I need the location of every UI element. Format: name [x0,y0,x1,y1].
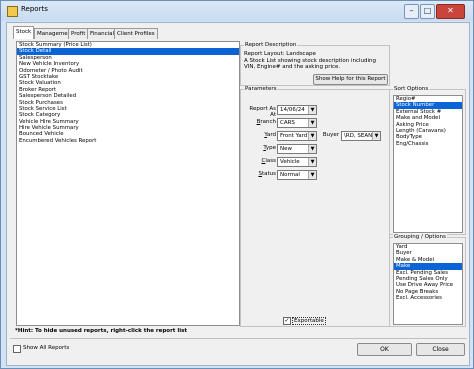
window-title: Reports [21,5,48,13]
report-as-at-date[interactable]: 14/06/24 ▼ [277,105,317,115]
close-button[interactable]: Close [416,343,465,356]
close-window-button[interactable]: ✕ [436,4,465,19]
exportable-checkbox[interactable]: ✓ [283,317,291,325]
branch-select[interactable]: CARS ▼ [277,118,317,128]
chevron-down-icon[interactable]: ▼ [308,106,316,114]
reports-app-icon [7,6,18,17]
reports-window: Reports – □ ✕ Stock Management Profit Fi… [0,0,474,369]
grouping-options-group: Grouping / Options Yard Buyer Make & Model… [389,234,466,327]
sort-option-item[interactable]: Eng/Chassis [394,141,462,147]
sort-options-group: Sort Options Regio# Stock Number External … [389,86,466,235]
chevron-down-icon[interactable]: ▼ [308,171,316,179]
exportable-label: Exportable [292,317,326,325]
report-list-item[interactable]: Encumbered Vehicles Report [17,138,239,144]
sort-options-title: Sort Options [393,86,430,93]
sort-options-list[interactable]: Regio# Stock Number External Stock # Make a… [393,95,463,233]
chevron-down-icon[interactable]: ▼ [308,119,316,127]
branch-value: CARS [280,120,295,126]
grouping-option-item[interactable]: Use Drive Away Price [394,282,462,288]
report-as-at-label: Report As At [249,106,276,118]
ok-button[interactable]: OK [357,343,412,356]
chevron-down-icon[interactable]: ▼ [308,132,316,140]
status-label: Status [258,171,276,177]
buyer-label: Buyer [322,132,339,138]
status-select[interactable]: Normal ▼ [277,170,317,180]
type-value: New [280,146,292,152]
report-as-at-value: 14/06/24 [280,107,305,113]
show-all-reports-label: Show All Reports [23,345,70,351]
buyer-value: \RD, SEAN [344,133,373,139]
type-select[interactable]: New ▼ [277,144,317,154]
show-all-reports-checkbox[interactable] [13,345,21,353]
hint-text: *Hint: To hide unused reports, right-cli… [15,328,188,334]
chevron-down-icon[interactable]: ▼ [308,145,316,153]
grouping-options-title: Grouping / Options [393,234,447,241]
chevron-down-icon[interactable]: ▼ [308,158,316,166]
report-list[interactable]: Stock Summary (Price List) Stock Detail Sa… [16,41,240,326]
parameters-title: Parameters [244,86,278,93]
maximize-button[interactable]: □ [420,4,435,19]
report-description-title: Report Description [244,42,298,49]
class-label: Class [261,158,276,164]
type-label: Type [263,145,276,151]
buyer-select[interactable]: \RD, SEAN ▼ [341,131,381,141]
grouping-option-item[interactable]: Excl. Accessories [394,295,462,301]
yard-select[interactable]: Front Yard ▼ [277,131,317,141]
minimize-button[interactable]: – [404,4,419,19]
report-description-group: Report Description Report Layout: Landsc… [240,42,390,86]
tab-profit[interactable]: Profit [68,28,89,39]
tab-financial[interactable]: Financial [87,28,118,39]
show-help-button[interactable]: Show Help for this Report [313,74,388,85]
chevron-down-icon[interactable]: ▼ [372,132,380,140]
class-select[interactable]: Vehicle ▼ [277,157,317,167]
report-description-text: Report Layout: Landscape A Stock List sh… [244,51,377,70]
grouping-options-list[interactable]: Yard Buyer Make & Model Make Excl. Pending S… [393,243,463,325]
tab-stock[interactable]: Stock [13,26,35,39]
status-value: Normal [280,172,300,178]
class-value: Vehicle [280,159,300,165]
tab-client-profiles[interactable]: Client Profiles [114,28,158,39]
title-bar[interactable]: Reports – □ ✕ [1,1,473,21]
yard-value: Front Yard [280,133,308,139]
client-area: Stock Management Profit Financial Client… [6,22,470,366]
parameters-group: Parameters Report As At 14/06/24 ▼ Branch… [240,86,390,327]
divider [10,338,467,339]
yard-label: Yard [264,132,276,138]
branch-label: Branch [256,119,276,125]
